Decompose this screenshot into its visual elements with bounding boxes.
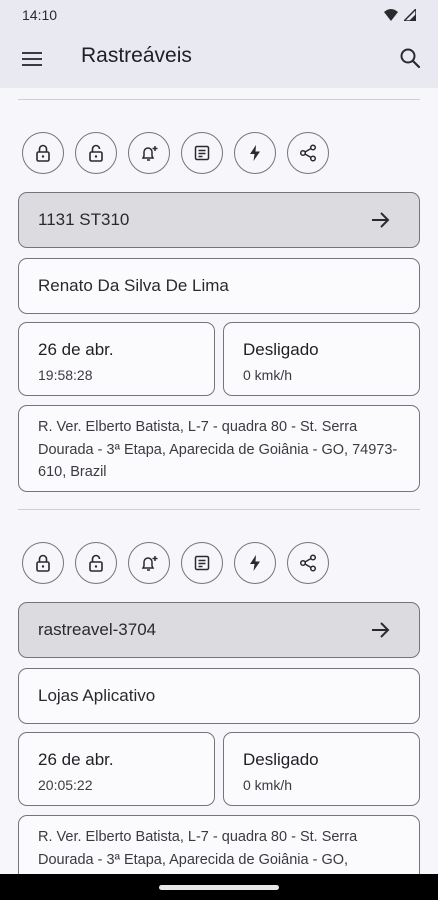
owner-name: Lojas Aplicativo <box>38 686 156 705</box>
home-gesture-handle[interactable] <box>159 885 279 890</box>
signal-icon <box>404 9 416 21</box>
trackable-id: 1131 ST310 <box>38 210 130 229</box>
address-card: R. Ver. Elberto Batista, L-7 - quadra 80… <box>18 405 420 492</box>
status-bar: 14:10 <box>0 0 438 30</box>
share-button[interactable] <box>287 132 329 174</box>
speed-value: 0 kmk/h <box>243 777 293 793</box>
owner-card: Lojas Aplicativo <box>18 668 420 724</box>
arrow-right-icon <box>369 619 391 641</box>
action-row <box>22 132 329 174</box>
app-bar: Rastreáveis <box>0 30 438 88</box>
share-icon <box>298 553 318 573</box>
report-icon <box>192 553 212 573</box>
ignition-card: Desligado 0 kmk/h <box>223 732 420 806</box>
alert-add-button[interactable] <box>128 542 170 584</box>
ignition-button[interactable] <box>234 132 276 174</box>
unlock-button[interactable] <box>75 542 117 584</box>
lock-button[interactable] <box>22 132 64 174</box>
alert-add-icon <box>139 143 159 163</box>
trackable-id-card[interactable]: 1131 ST310 <box>18 192 420 248</box>
last-update-card: 26 de abr. 19:58:28 <box>18 322 215 396</box>
last-update-time: 19:58:28 <box>38 367 93 383</box>
trackables-list[interactable]: 1131 ST310 Renato Da Silva De Lima 26 de… <box>0 88 438 874</box>
navigation-bar <box>0 874 438 900</box>
bolt-icon <box>245 553 265 573</box>
alert-add-button[interactable] <box>128 132 170 174</box>
menu-icon[interactable] <box>20 48 44 70</box>
divider <box>18 509 420 510</box>
search-icon[interactable] <box>398 46 422 70</box>
lock-icon <box>33 143 53 163</box>
last-update-date: 26 de abr. <box>38 750 114 769</box>
speed-value: 0 kmk/h <box>243 367 293 383</box>
ignition-card: Desligado 0 kmk/h <box>223 322 420 396</box>
address-card: R. Ver. Elberto Batista, L-7 - quadra 80… <box>18 815 420 874</box>
page-title: Rastreáveis <box>81 44 192 67</box>
unlock-icon <box>86 143 106 163</box>
alert-add-icon <box>139 553 159 573</box>
ignition-status: Desligado <box>243 750 319 769</box>
share-button[interactable] <box>287 542 329 584</box>
wifi-icon <box>384 9 398 21</box>
ignition-status: Desligado <box>243 340 319 359</box>
ignition-button[interactable] <box>234 542 276 584</box>
trackable-id-card[interactable]: rastreavel-3704 <box>18 602 420 658</box>
last-update-date: 26 de abr. <box>38 340 114 359</box>
arrow-right-icon <box>369 209 391 231</box>
report-button[interactable] <box>181 542 223 584</box>
lock-button[interactable] <box>22 542 64 584</box>
unlock-button[interactable] <box>75 132 117 174</box>
share-icon <box>298 143 318 163</box>
trackable-id: rastreavel-3704 <box>38 620 157 639</box>
address-text: R. Ver. Elberto Batista, L-7 - quadra 80… <box>38 419 398 480</box>
last-update-card: 26 de abr. 20:05:22 <box>18 732 215 806</box>
last-update-time: 20:05:22 <box>38 777 93 793</box>
unlock-icon <box>86 553 106 573</box>
report-icon <box>192 143 212 163</box>
divider <box>18 99 420 100</box>
bolt-icon <box>245 143 265 163</box>
status-time: 14:10 <box>22 7 58 23</box>
owner-card: Renato Da Silva De Lima <box>18 258 420 314</box>
action-row <box>22 542 329 584</box>
report-button[interactable] <box>181 132 223 174</box>
owner-name: Renato Da Silva De Lima <box>38 276 229 295</box>
lock-icon <box>33 553 53 573</box>
address-text: R. Ver. Elberto Batista, L-7 - quadra 80… <box>38 829 358 868</box>
